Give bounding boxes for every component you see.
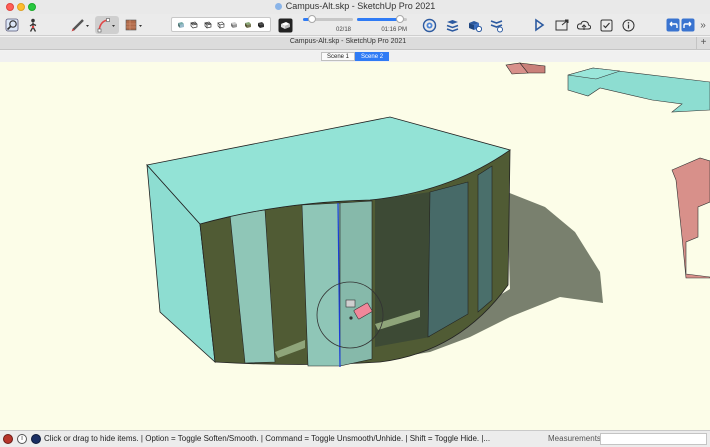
shadow-time-fill	[357, 18, 400, 21]
user-profile-icon[interactable]	[31, 434, 41, 444]
document-icon	[274, 3, 282, 10]
shadow-date-knob[interactable]	[308, 15, 316, 23]
scene-tabs: Scene 1 Scene 2	[321, 52, 390, 61]
monochrome-style-icon[interactable]	[257, 21, 265, 29]
status-message: Click or drag to hide items. | Option = …	[44, 434, 491, 443]
export-icon[interactable]	[554, 16, 570, 34]
shadows-toggle-icon[interactable]	[277, 16, 293, 34]
layers-icon[interactable]	[444, 16, 460, 34]
toolbar-overflow-button[interactable]: »	[697, 16, 709, 34]
hidden-line-style-icon[interactable]	[217, 21, 225, 29]
wireframe-style-icon[interactable]	[204, 21, 212, 29]
measurements-label: Measurements	[548, 434, 601, 443]
shadow-date-slider[interactable]: 02/18	[303, 15, 353, 33]
window-title: Campus-Alt.skp - SketchUp Pro 2021	[0, 1, 710, 11]
shadow-time-value: 01:16 PM	[381, 27, 407, 33]
shadow-date-value: 02/18	[335, 27, 351, 33]
checkbox-icon[interactable]	[599, 16, 613, 34]
search-icon[interactable]	[4, 16, 20, 34]
components-icon[interactable]	[466, 16, 482, 34]
styles-toolbar	[171, 17, 271, 32]
cloud-icon[interactable]	[576, 16, 592, 34]
eraser-icon[interactable]	[95, 16, 119, 34]
paint-bucket-icon[interactable]	[123, 16, 145, 34]
sketchup-logo-icon[interactable]	[3, 434, 13, 444]
scenes-bar: Scene 1 Scene 2	[0, 51, 710, 62]
model-scene	[146, 62, 710, 368]
model-viewport[interactable]	[0, 62, 710, 430]
orbit-cursor-body	[345, 299, 356, 308]
scene-tab-2[interactable]: Scene 2	[355, 52, 390, 61]
adjustments-icon[interactable]	[488, 16, 504, 34]
main-toolbar: 02/18 01:16 PM »	[0, 14, 710, 36]
title-bar: Campus-Alt.skp - SketchUp Pro 2021	[0, 0, 710, 14]
redo-icon[interactable]	[681, 16, 695, 34]
back-edges-style-icon[interactable]	[190, 21, 198, 29]
textured-style-icon[interactable]	[244, 21, 252, 29]
orbit-cursor-dot	[349, 316, 353, 320]
building-fin-3	[339, 200, 373, 367]
geo-location-icon[interactable]	[421, 16, 437, 34]
building-fin-5	[477, 165, 493, 313]
sketchup-window: Campus-Alt.skp - SketchUp Pro 2021 02/18…	[0, 0, 710, 447]
scene-tab-1[interactable]: Scene 1	[321, 52, 356, 61]
pencil-icon[interactable]	[70, 16, 92, 34]
shadow-time-slider[interactable]: 01:16 PM	[357, 15, 407, 33]
xray-style-icon[interactable]	[177, 21, 185, 29]
status-bar: i Click or drag to hide items. | Option …	[0, 430, 710, 447]
building-fin-4	[427, 181, 469, 338]
document-tab-bar: Campus-Alt.skp - SketchUp Pro 2021 +	[0, 37, 710, 50]
add-tab-button[interactable]: +	[696, 37, 710, 50]
shadow-time-knob[interactable]	[396, 15, 404, 23]
document-tab[interactable]: Campus-Alt.skp - SketchUp Pro 2021	[0, 38, 696, 45]
info-icon[interactable]	[621, 16, 635, 34]
info-status-icon[interactable]: i	[17, 434, 27, 444]
measurements-input[interactable]	[600, 433, 707, 445]
play-icon[interactable]	[532, 16, 546, 34]
shaded-style-icon[interactable]	[230, 21, 238, 29]
undo-icon[interactable]	[666, 16, 680, 34]
building-fin-2	[301, 202, 341, 367]
person-icon[interactable]	[26, 16, 40, 34]
neighbor-building-right	[671, 157, 710, 279]
